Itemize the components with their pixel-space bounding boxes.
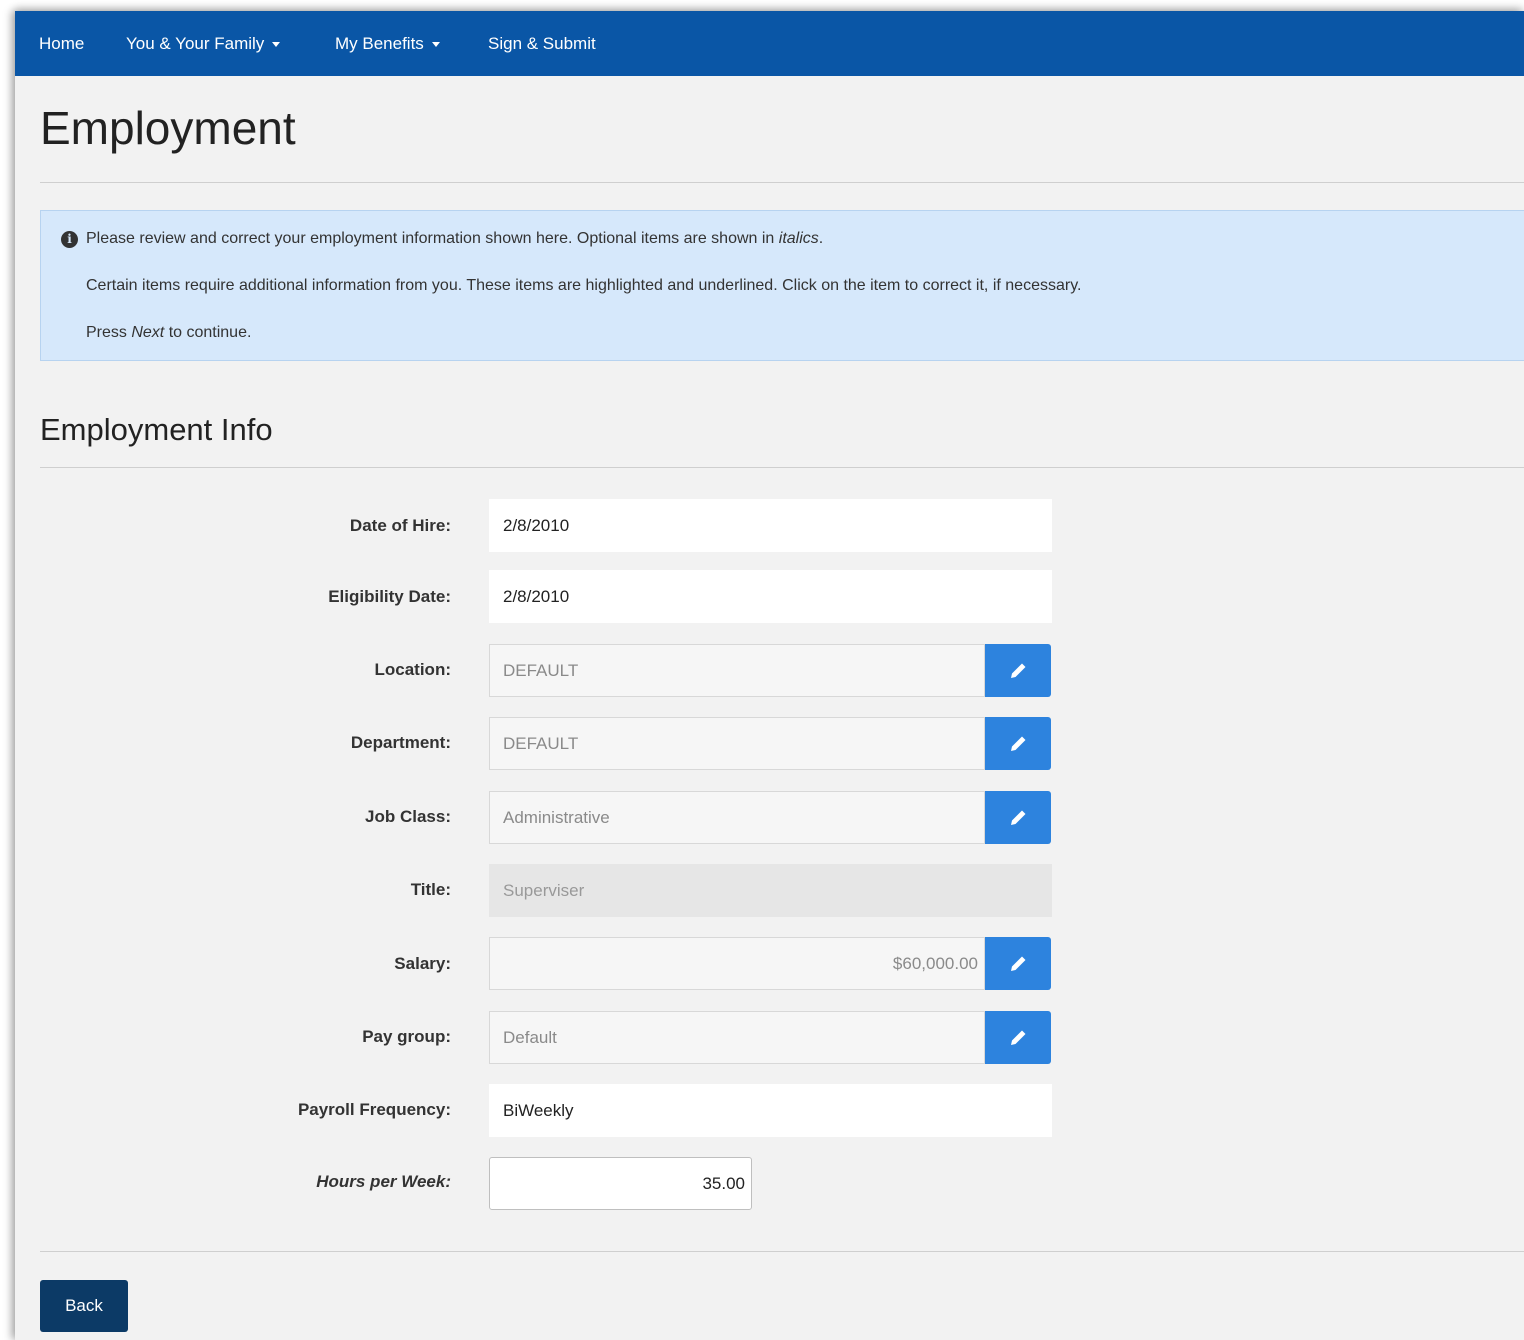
alert-line-1-italic: italics (778, 230, 819, 247)
page-title: Employment (40, 102, 296, 154)
date-of-hire-label: Date of Hire: (349, 516, 451, 535)
nav-sign-label: Sign & Submit (488, 34, 596, 53)
alert-line-3-italic: Next (131, 324, 165, 341)
salary-field: $60,000.00 (489, 937, 985, 990)
alert-line-3: Press Next to continue. (86, 324, 251, 342)
pencil-icon (1011, 663, 1026, 678)
section-divider (40, 467, 1524, 468)
back-button[interactable]: Back (40, 1280, 128, 1332)
alert-line-2: Certain items require additional informa… (86, 277, 1082, 294)
alert-line-1: Please review and correct your employmen… (86, 230, 823, 248)
top-navbar: Home You & Your Family My Benefits Sign … (15, 11, 1524, 76)
pencil-icon (1011, 956, 1026, 971)
title-divider (40, 182, 1524, 183)
caret-down-icon (431, 42, 440, 48)
info-circle-icon: i (61, 231, 78, 248)
alert-line-3-end: to continue. (164, 324, 252, 341)
eligibility-date-value: 2/8/2010 (489, 570, 1052, 623)
nav-my-benefits[interactable]: My Benefits (335, 11, 440, 76)
payroll-frequency-value: BiWeekly (489, 1084, 1052, 1137)
pencil-icon (1011, 1030, 1026, 1045)
alert-line-3-start: Press (86, 324, 132, 341)
edit-location-button[interactable] (985, 644, 1051, 697)
edit-department-button[interactable] (985, 717, 1051, 770)
job-class-field: Administrative (489, 791, 985, 844)
nav-home[interactable]: Home (39, 11, 84, 76)
nav-home-label: Home (39, 34, 85, 53)
hours-per-week-input[interactable] (489, 1157, 752, 1210)
pencil-icon (1011, 736, 1026, 751)
location-field: DEFAULT (489, 644, 985, 697)
pay-group-label: Pay group: (362, 1027, 451, 1046)
nav-benefits-label: My Benefits (335, 34, 424, 53)
department-label: Department: (350, 733, 451, 752)
caret-down-icon (272, 42, 281, 48)
alert-line-1-end: . (818, 230, 824, 247)
nav-sign-submit[interactable]: Sign & Submit (488, 11, 596, 76)
pencil-icon (1011, 810, 1026, 825)
department-field: DEFAULT (489, 717, 985, 770)
salary-label: Salary: (394, 954, 451, 973)
edit-pay-group-button[interactable] (985, 1011, 1051, 1064)
footer-divider (40, 1251, 1524, 1252)
payroll-frequency-label: Payroll Frequency: (297, 1100, 451, 1119)
edit-job-class-button[interactable] (985, 791, 1051, 844)
hours-per-week-label: Hours per Week: (316, 1172, 451, 1191)
eligibility-date-label: Eligibility Date: (328, 587, 451, 606)
app-window: Home You & Your Family My Benefits Sign … (15, 11, 1524, 1340)
nav-family-label: You & Your Family (126, 34, 265, 53)
date-of-hire-value: 2/8/2010 (489, 499, 1052, 552)
title-field: Superviser (489, 864, 1052, 917)
info-alert: i Please review and correct your employm… (40, 210, 1524, 361)
pay-group-field: Default (489, 1011, 985, 1064)
alert-line-1-text: Please review and correct your employmen… (86, 230, 779, 247)
edit-salary-button[interactable] (985, 937, 1051, 990)
nav-you-and-family[interactable]: You & Your Family (126, 11, 281, 76)
title-label: Title: (410, 880, 451, 899)
location-label: Location: (374, 660, 452, 679)
job-class-label: Job Class: (365, 807, 451, 826)
section-title: Employment Info (40, 412, 273, 447)
